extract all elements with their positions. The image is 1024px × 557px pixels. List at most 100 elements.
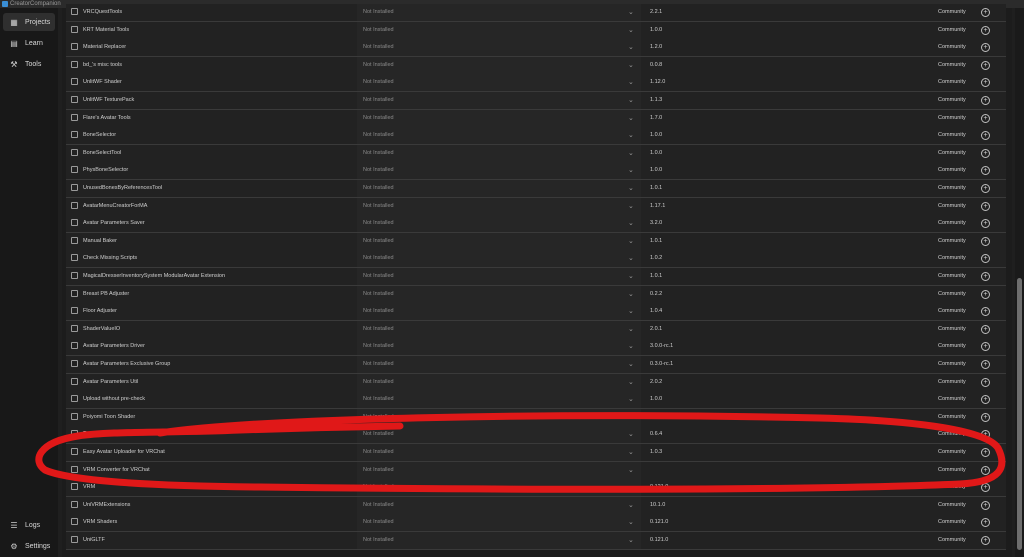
plus-circle-icon[interactable]: + [981, 289, 990, 299]
version-select[interactable] [357, 109, 641, 127]
version-select[interactable] [357, 197, 641, 215]
version-select[interactable] [357, 338, 641, 356]
version-select[interactable] [357, 127, 641, 145]
plus-circle-icon[interactable]: + [981, 25, 990, 35]
chevron-down-icon[interactable]: ⌄ [628, 391, 634, 408]
plus-circle-icon[interactable]: + [981, 184, 990, 193]
version-select[interactable] [357, 144, 641, 162]
chevron-down-icon[interactable]: ⌄ [628, 198, 634, 215]
scrollbar-thumb[interactable] [1017, 278, 1022, 550]
version-select[interactable] [357, 39, 641, 57]
plus-circle-icon[interactable]: + [981, 131, 990, 141]
plus-circle-icon[interactable]: + [981, 395, 990, 405]
version-select[interactable] [357, 92, 641, 109]
version-select[interactable] [357, 162, 641, 180]
plus-circle-icon[interactable]: + [981, 60, 990, 70]
version-select[interactable] [357, 4, 641, 21]
plus-circle-icon[interactable]: + [981, 360, 990, 369]
chevron-down-icon[interactable]: ⌄ [628, 215, 634, 232]
chevron-down-icon[interactable]: ⌄ [628, 497, 634, 514]
chevron-down-icon[interactable]: ⌄ [628, 127, 634, 144]
plus-circle-icon[interactable]: + [981, 483, 990, 493]
version-select[interactable] [357, 373, 641, 391]
chevron-down-icon[interactable]: ⌄ [628, 444, 634, 461]
chevron-down-icon[interactable]: ⌄ [628, 110, 634, 127]
version-select[interactable] [357, 426, 641, 444]
version-select[interactable] [357, 268, 641, 285]
chevron-down-icon[interactable]: ⌄ [628, 479, 634, 496]
chevron-down-icon[interactable]: ⌄ [628, 250, 634, 267]
version-select[interactable] [357, 479, 641, 497]
chevron-down-icon[interactable]: ⌄ [628, 145, 634, 162]
chevron-down-icon[interactable]: ⌄ [628, 303, 634, 320]
plus-circle-icon[interactable]: + [981, 219, 990, 229]
sidebar-item-projects[interactable]: ▦ Projects [3, 13, 55, 31]
plus-circle-icon[interactable]: + [981, 536, 990, 545]
chevron-down-icon[interactable]: ⌄ [628, 92, 634, 109]
chevron-down-icon[interactable]: ⌄ [628, 180, 634, 197]
chevron-down-icon[interactable]: ⌄ [628, 514, 634, 531]
plus-circle-icon[interactable]: + [981, 518, 990, 528]
chevron-down-icon[interactable]: ⌄ [628, 462, 634, 479]
plus-circle-icon[interactable]: + [981, 201, 990, 211]
version-select[interactable] [357, 391, 641, 409]
chevron-down-icon[interactable]: ⌄ [628, 338, 634, 355]
plus-circle-icon[interactable]: + [981, 254, 990, 264]
chevron-down-icon[interactable]: ⌄ [628, 286, 634, 303]
version-select[interactable] [357, 532, 641, 549]
plus-circle-icon[interactable]: + [981, 342, 990, 352]
plus-circle-icon[interactable]: + [981, 500, 990, 510]
plus-circle-icon[interactable]: + [981, 324, 990, 334]
version-select[interactable] [357, 408, 641, 426]
version-select[interactable] [357, 232, 641, 250]
chevron-down-icon[interactable]: ⌄ [628, 22, 634, 39]
chevron-down-icon[interactable]: ⌄ [628, 356, 634, 373]
version-select[interactable] [357, 215, 641, 233]
sidebar-item-tools[interactable]: ⚒ Tools [3, 55, 55, 73]
version-select[interactable] [357, 74, 641, 92]
plus-circle-icon[interactable]: + [981, 465, 990, 475]
plus-circle-icon[interactable]: + [981, 166, 990, 176]
plus-circle-icon[interactable]: + [981, 96, 990, 105]
chevron-down-icon[interactable]: ⌄ [628, 532, 634, 549]
version-select[interactable] [357, 56, 641, 74]
chevron-down-icon[interactable]: ⌄ [628, 162, 634, 179]
version-select[interactable] [357, 21, 641, 39]
version-select[interactable] [357, 444, 641, 461]
chevron-down-icon[interactable]: ⌄ [628, 374, 634, 391]
plus-circle-icon[interactable]: + [981, 307, 990, 317]
plus-circle-icon[interactable]: + [981, 448, 990, 457]
plus-circle-icon[interactable]: + [981, 430, 990, 440]
scrollbar[interactable] [1015, 8, 1024, 557]
plus-circle-icon[interactable]: + [981, 148, 990, 158]
chevron-down-icon[interactable]: ⌄ [628, 426, 634, 443]
version-select[interactable] [357, 320, 641, 338]
plus-circle-icon[interactable]: + [981, 412, 990, 422]
version-select[interactable] [357, 285, 641, 303]
version-select[interactable] [357, 250, 641, 268]
chevron-down-icon[interactable]: ⌄ [628, 321, 634, 338]
version-select[interactable] [357, 303, 641, 321]
version-select[interactable] [357, 514, 641, 532]
plus-circle-icon[interactable]: + [981, 377, 990, 387]
sidebar-item-logs[interactable]: ☰ Logs [3, 516, 55, 534]
chevron-down-icon[interactable]: ⌄ [628, 268, 634, 285]
plus-circle-icon[interactable]: + [981, 8, 990, 17]
chevron-down-icon[interactable]: ⌄ [628, 39, 634, 56]
plus-circle-icon[interactable]: + [981, 272, 990, 281]
plus-circle-icon[interactable]: + [981, 113, 990, 123]
plus-circle-icon[interactable]: + [981, 78, 990, 88]
chevron-down-icon[interactable]: ⌄ [628, 409, 634, 426]
version-select[interactable] [357, 496, 641, 514]
plus-circle-icon[interactable]: + [981, 43, 990, 53]
chevron-down-icon[interactable]: ⌄ [628, 57, 634, 74]
plus-circle-icon[interactable]: + [981, 236, 990, 246]
version-select[interactable] [357, 356, 641, 373]
chevron-down-icon[interactable]: ⌄ [628, 74, 634, 91]
chevron-down-icon[interactable]: ⌄ [628, 233, 634, 250]
sidebar-item-settings[interactable]: ⚙ Settings [3, 537, 55, 555]
version-select[interactable] [357, 461, 641, 479]
version-select[interactable] [357, 180, 641, 197]
chevron-down-icon[interactable]: ⌄ [628, 4, 634, 21]
sidebar-item-learn[interactable]: ▤ Learn [3, 34, 55, 52]
